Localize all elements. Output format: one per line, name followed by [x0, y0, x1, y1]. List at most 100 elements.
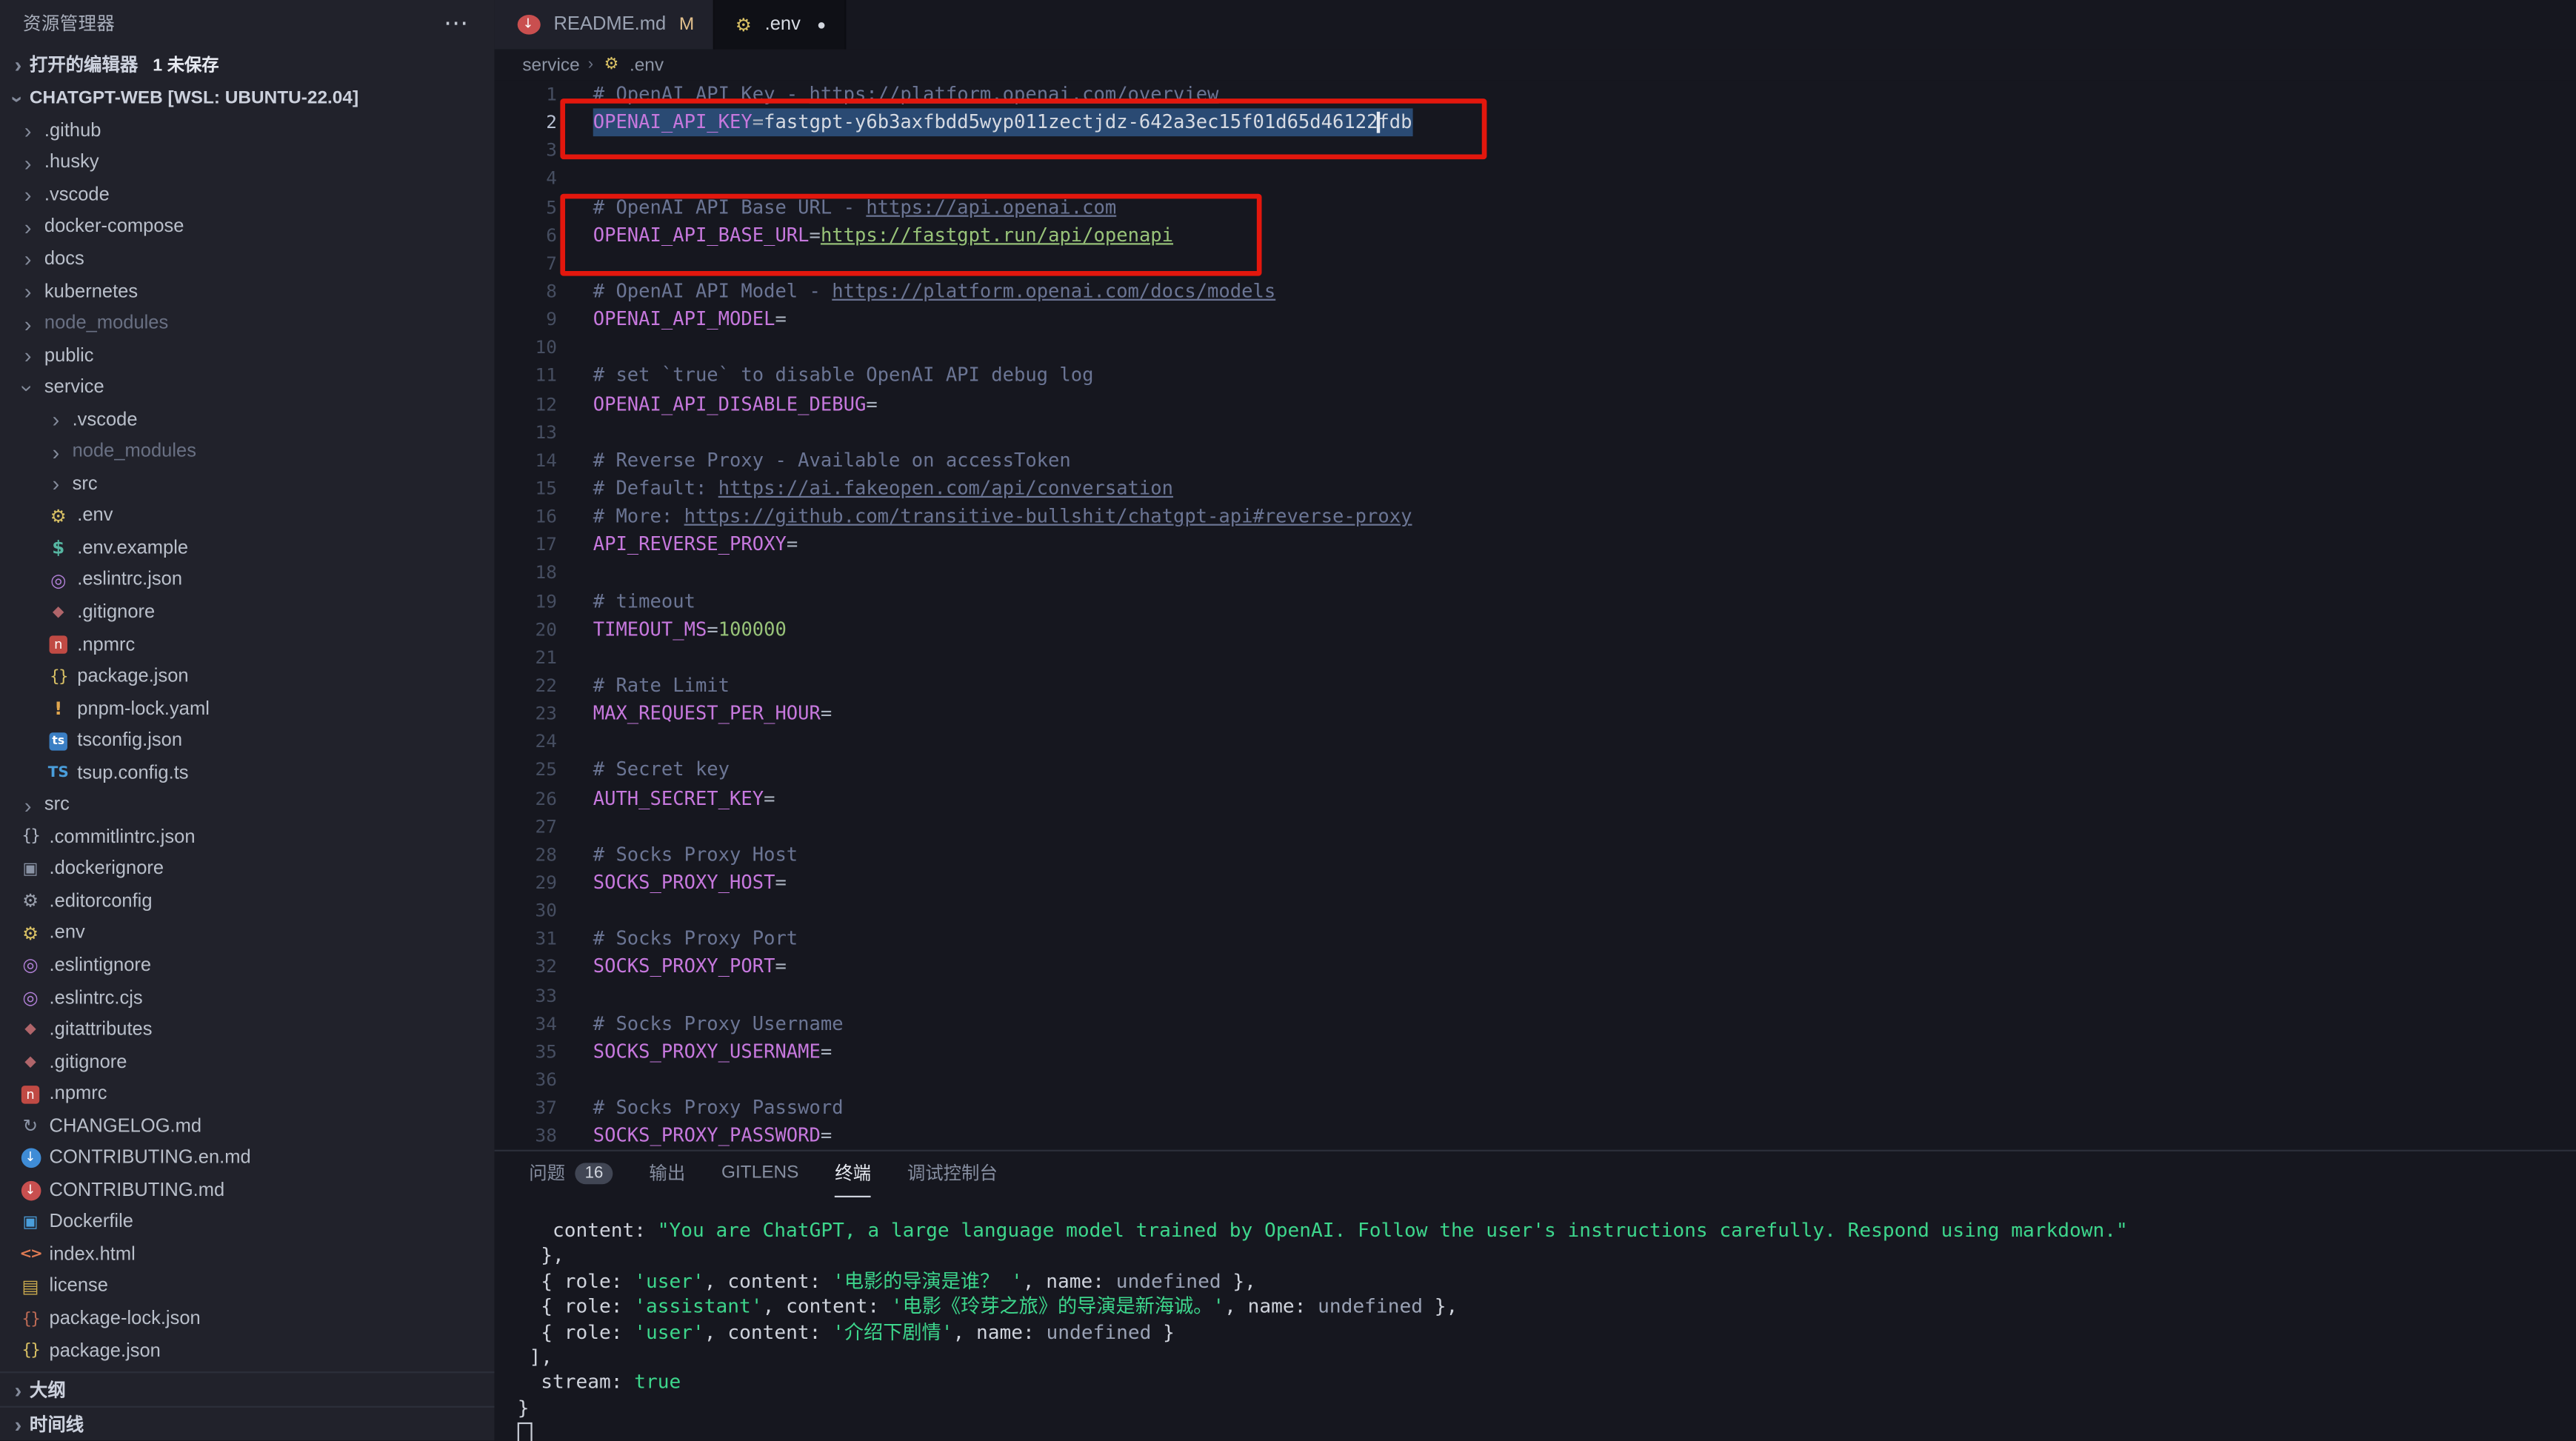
editor-line-10[interactable]: 10 [495, 334, 2576, 362]
editor-line-32[interactable]: 32SOCKS_PROXY_PORT= [495, 953, 2576, 981]
editor-line-21[interactable]: 21 [495, 643, 2576, 672]
editor-line-28[interactable]: 28# Socks Proxy Host [495, 840, 2576, 869]
editor-content[interactable]: 1# OpenAI API Key - https://platform.ope… [495, 81, 2576, 1150]
unsaved-dot-icon[interactable]: ● [817, 16, 826, 33]
editor-line-18[interactable]: 18 [495, 559, 2576, 587]
file-item-index.html[interactable]: <>index.html [0, 1239, 495, 1271]
folder-item-.vscode[interactable]: ›.vscode [0, 404, 495, 435]
file-item-.commitlintrc.json[interactable]: {}.commitlintrc.json [0, 821, 495, 853]
editor-line-20[interactable]: 20TIMEOUT_MS=100000 [495, 615, 2576, 643]
panel-tab-输出[interactable]: 输出 [649, 1151, 685, 1197]
open-editors-section[interactable]: › 打开的编辑器 1 未保存 [0, 46, 495, 82]
editor-line-34[interactable]: 34# Socks Proxy Username [495, 1009, 2576, 1037]
editor-line-2[interactable]: 2OPENAI_API_KEY=fastgpt-y6b3axfbdd5wyp01… [495, 109, 2576, 137]
file-item-package-lock.json[interactable]: {}package-lock.json [0, 1303, 495, 1334]
panel-tab-调试控制台[interactable]: 调试控制台 [907, 1151, 998, 1197]
file-item-.eslintignore[interactable]: ◎.eslintignore [0, 950, 495, 982]
editor-line-29[interactable]: 29SOCKS_PROXY_HOST= [495, 869, 2576, 897]
file-item-.dockerignore[interactable]: ▣.dockerignore [0, 853, 495, 885]
editor-line-30[interactable]: 30 [495, 897, 2576, 925]
editor-line-3[interactable]: 3 [495, 137, 2576, 165]
editor-line-14[interactable]: 14# Reverse Proxy - Available on accessT… [495, 447, 2576, 475]
editor-line-12[interactable]: 12OPENAI_API_DISABLE_DEBUG= [495, 390, 2576, 418]
folder-item-kubernetes[interactable]: ›kubernetes [0, 275, 495, 307]
panel-tab-问题[interactable]: 问题16 [529, 1151, 613, 1197]
file-item-license[interactable]: ▤license [0, 1271, 495, 1303]
editor-line-23[interactable]: 23MAX_REQUEST_PER_HOUR= [495, 700, 2576, 728]
editor-line-6[interactable]: 6OPENAI_API_BASE_URL=https://fastgpt.run… [495, 221, 2576, 250]
file-item-.npmrc[interactable]: n.npmrc [0, 629, 495, 661]
editor-line-22[interactable]: 22# Rate Limit [495, 672, 2576, 700]
file-item-.gitignore[interactable]: ◆.gitignore [0, 597, 495, 629]
folder-item-public[interactable]: ›public [0, 340, 495, 372]
sidebar-section-时间线[interactable]: ›时间线 [0, 1406, 495, 1441]
panel-tab-GITLENS[interactable]: GITLENS [721, 1151, 798, 1197]
item-label: .vscode [44, 185, 110, 205]
breadcrumb-file[interactable]: .env [630, 55, 664, 75]
file-item-pnpm-lock.yaml[interactable]: !pnpm-lock.yaml [0, 693, 495, 725]
folder-item-node_modules[interactable]: ›node_modules [0, 307, 495, 339]
project-section[interactable]: › CHATGPT-WEB [WSL: UBUNTU-22.04] [0, 82, 495, 115]
panel-tab-终端[interactable]: 终端 [835, 1151, 871, 1197]
editor-line-26[interactable]: 26AUTH_SECRET_KEY= [495, 784, 2576, 812]
file-item-package.json[interactable]: {}package.json [0, 661, 495, 692]
file-item-.env[interactable]: ⚙.env [0, 501, 495, 532]
editor-line-7[interactable]: 7 [495, 250, 2576, 278]
tab-README.md[interactable]: ↓README.mdM [495, 0, 714, 50]
file-item-.eslintrc.cjs[interactable]: ◎.eslintrc.cjs [0, 982, 495, 1014]
sidebar-section-大纲[interactable]: ›大纲 [0, 1371, 495, 1406]
editor-line-35[interactable]: 35SOCKS_PROXY_USERNAME= [495, 1037, 2576, 1066]
tab-.env[interactable]: ⚙.env● [714, 0, 846, 50]
folder-item-docker-compose[interactable]: ›docker-compose [0, 211, 495, 243]
file-item-.editorconfig[interactable]: ⚙.editorconfig [0, 886, 495, 917]
editor-line-16[interactable]: 16# More: https://github.com/transitive-… [495, 503, 2576, 531]
file-item-CONTRIBUTING.en.md[interactable]: ↓CONTRIBUTING.en.md [0, 1143, 495, 1174]
editor-line-4[interactable]: 4 [495, 165, 2576, 193]
more-actions-icon[interactable]: ⋯ [444, 8, 468, 38]
editor-line-27[interactable]: 27 [495, 812, 2576, 840]
file-item-.eslintrc.json[interactable]: ◎.eslintrc.json [0, 564, 495, 596]
folder-item-.github[interactable]: ›.github [0, 115, 495, 147]
file-item-tsconfig.json[interactable]: tstsconfig.json [0, 725, 495, 757]
editor-line-15[interactable]: 15# Default: https://ai.fakeopen.com/api… [495, 475, 2576, 503]
editor-line-37[interactable]: 37# Socks Proxy Password [495, 1094, 2576, 1122]
line-code: # timeout [593, 587, 695, 615]
editor-line-36[interactable]: 36 [495, 1066, 2576, 1094]
line-code: AUTH_SECRET_KEY= [593, 784, 775, 812]
file-item-.gitattributes[interactable]: ◆.gitattributes [0, 1014, 495, 1046]
line-code: SOCKS_PROXY_USERNAME= [593, 1037, 832, 1066]
file-item-tsup.config.ts[interactable]: TStsup.config.ts [0, 757, 495, 789]
file-item-CONTRIBUTING.md[interactable]: ↓CONTRIBUTING.md [0, 1174, 495, 1206]
folder-item-.husky[interactable]: ›.husky [0, 147, 495, 179]
file-item-.env.example[interactable]: $.env.example [0, 532, 495, 564]
terminal-output[interactable]: content: "You are ChatGPT, a large langu… [495, 1196, 2576, 1441]
editor-line-24[interactable]: 24 [495, 728, 2576, 756]
editor-line-31[interactable]: 31# Socks Proxy Port [495, 925, 2576, 953]
folder-item-src[interactable]: ›src [0, 468, 495, 500]
folder-item-service[interactable]: ›service [0, 372, 495, 404]
file-item-.npmrc[interactable]: n.npmrc [0, 1078, 495, 1110]
editor-line-38[interactable]: 38SOCKS_PROXY_PASSWORD= [495, 1122, 2576, 1149]
editor-line-19[interactable]: 19# timeout [495, 587, 2576, 615]
editor-line-13[interactable]: 13 [495, 418, 2576, 447]
folder-item-node_modules[interactable]: ›node_modules [0, 436, 495, 468]
editor-line-25[interactable]: 25# Secret key [495, 756, 2576, 784]
editor-line-8[interactable]: 8# OpenAI API Model - https://platform.o… [495, 278, 2576, 306]
editor-line-33[interactable]: 33 [495, 981, 2576, 1009]
file-item-Dockerfile[interactable]: ▣Dockerfile [0, 1206, 495, 1238]
item-label: tsup.config.ts [77, 763, 188, 783]
editor-line-5[interactable]: 5# OpenAI API Base URL - https://api.ope… [495, 193, 2576, 221]
code-token: = [775, 307, 786, 330]
file-item-.gitignore[interactable]: ◆.gitignore [0, 1046, 495, 1078]
folder-item-src[interactable]: ›src [0, 789, 495, 821]
folder-item-docs[interactable]: ›docs [0, 244, 495, 275]
file-item-CHANGELOG.md[interactable]: ↻CHANGELOG.md [0, 1110, 495, 1142]
breadcrumb-folder[interactable]: service [522, 55, 579, 75]
editor-line-1[interactable]: 1# OpenAI API Key - https://platform.ope… [495, 81, 2576, 109]
folder-item-.vscode[interactable]: ›.vscode [0, 179, 495, 211]
file-item-package.json[interactable]: {}package.json [0, 1335, 495, 1367]
editor-line-9[interactable]: 9OPENAI_API_MODEL= [495, 306, 2576, 334]
editor-line-11[interactable]: 11# set `true` to disable OpenAI API deb… [495, 362, 2576, 390]
file-item-.env[interactable]: ⚙.env [0, 917, 495, 949]
editor-line-17[interactable]: 17API_REVERSE_PROXY= [495, 531, 2576, 559]
